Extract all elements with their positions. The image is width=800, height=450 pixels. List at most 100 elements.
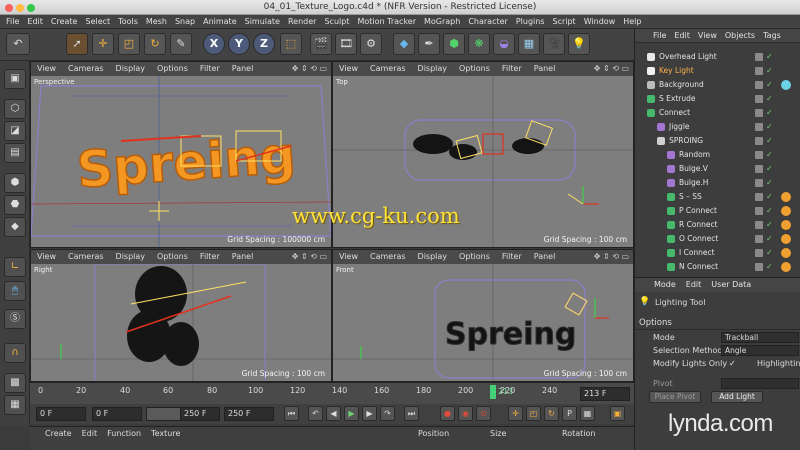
material-tag-icon[interactable]: [781, 80, 791, 90]
attr-menu-mode[interactable]: Mode: [649, 278, 681, 292]
key-rotation-button[interactable]: ↻: [544, 406, 559, 421]
workplane-icon[interactable]: ▤: [4, 143, 26, 163]
visibility-dots[interactable]: [755, 235, 763, 243]
vp-menu-display[interactable]: Display: [412, 62, 454, 76]
selection-method-dropdown[interactable]: Angle: [721, 345, 799, 356]
mat-menu-texture[interactable]: Texture: [146, 427, 185, 441]
visibility-dots[interactable]: [755, 81, 763, 89]
object-row[interactable]: Connect ✓: [635, 106, 800, 120]
menu-sculpt[interactable]: Sculpt: [320, 15, 353, 29]
obj-menu-tags[interactable]: Tags: [759, 29, 785, 43]
pivot-field[interactable]: [721, 378, 799, 389]
viewport-nav-icons[interactable]: ✥ ⇕ ⟲ ▭: [292, 252, 327, 261]
vp-menu-options[interactable]: Options: [453, 250, 496, 264]
menu-mesh[interactable]: Mesh: [142, 15, 171, 29]
enabled-check-icon[interactable]: ✓: [766, 64, 773, 78]
workplane-grid-icon[interactable]: ▩: [4, 373, 26, 393]
obj-menu-file[interactable]: File: [649, 29, 670, 43]
menu-render[interactable]: Render: [284, 15, 320, 29]
y-axis-button[interactable]: Y: [228, 33, 250, 55]
place-pivot-button[interactable]: Place Pivot: [649, 391, 701, 403]
menu-create[interactable]: Create: [47, 15, 82, 29]
record-button[interactable]: ●: [440, 406, 455, 421]
vp-menu-cameras[interactable]: Cameras: [62, 62, 110, 76]
viewport-nav-icons[interactable]: ✥ ⇕ ⟲ ▭: [292, 64, 327, 73]
z-axis-button[interactable]: Z: [253, 33, 275, 55]
enabled-check-icon[interactable]: ✓: [766, 204, 773, 218]
scale-icon[interactable]: ◰: [118, 33, 140, 55]
object-row[interactable]: Bulge.H ✓: [635, 176, 800, 190]
vp-menu-display[interactable]: Display: [110, 250, 152, 264]
recent-tool-icon[interactable]: ✎: [170, 33, 192, 55]
x-axis-button[interactable]: X: [203, 33, 225, 55]
snap-icon[interactable]: Ⓢ: [4, 309, 26, 329]
menu-snap[interactable]: Snap: [171, 15, 199, 29]
pen-spline-icon[interactable]: ✒: [418, 33, 440, 55]
enabled-check-icon[interactable]: ✓: [766, 78, 773, 92]
mat-menu-function[interactable]: Function: [102, 427, 146, 441]
floor-icon[interactable]: ▦: [518, 33, 540, 55]
end-field[interactable]: 250 F: [224, 407, 274, 421]
vp-menu-cameras[interactable]: Cameras: [364, 62, 412, 76]
object-row[interactable]: O Connect ✓: [635, 232, 800, 246]
menu-edit[interactable]: Edit: [23, 15, 47, 29]
enabled-check-icon[interactable]: ✓: [766, 92, 773, 106]
visibility-dots[interactable]: [755, 165, 763, 173]
object-row[interactable]: S Extrude ✓: [635, 92, 800, 106]
object-row[interactable]: I Connect ✓: [635, 246, 800, 260]
maximize-window-icon[interactable]: [27, 4, 35, 12]
vp-menu-view[interactable]: View: [31, 250, 62, 264]
enabled-check-icon[interactable]: ✓: [766, 162, 773, 176]
visibility-dots[interactable]: [755, 151, 763, 159]
playhead[interactable]: [490, 385, 496, 399]
key-parameter-button[interactable]: P: [562, 406, 577, 421]
object-row[interactable]: N Connect ✓: [635, 260, 800, 274]
camera-icon[interactable]: 🎥: [543, 33, 565, 55]
material-tag-icon[interactable]: [781, 206, 791, 216]
tweak-mode-icon[interactable]: 🖱: [4, 281, 26, 301]
range-end-field[interactable]: 250 F: [180, 407, 220, 421]
vp-menu-options[interactable]: Options: [151, 250, 194, 264]
axis-mode-icon[interactable]: ∟: [4, 257, 26, 277]
vp-menu-view[interactable]: View: [31, 62, 62, 76]
vp-menu-cameras[interactable]: Cameras: [62, 250, 110, 264]
object-row[interactable]: S – SS ✓: [635, 190, 800, 204]
visibility-dots[interactable]: [755, 137, 763, 145]
menu-motion-tracker[interactable]: Motion Tracker: [353, 15, 420, 29]
object-row[interactable]: SPROING ✓: [635, 134, 800, 148]
render-view-icon[interactable]: 🎬: [310, 33, 332, 55]
menu-help[interactable]: Help: [619, 15, 645, 29]
next-key-button[interactable]: ↷: [380, 406, 395, 421]
object-row[interactable]: P Connect ✓: [635, 204, 800, 218]
make-editable-icon[interactable]: ▣: [4, 69, 26, 89]
enabled-check-icon[interactable]: ✓: [766, 218, 773, 232]
vp-menu-filter[interactable]: Filter: [194, 62, 226, 76]
subdivision-icon[interactable]: ⬢: [443, 33, 465, 55]
menu-file[interactable]: File: [2, 15, 23, 29]
vp-menu-options[interactable]: Options: [453, 62, 496, 76]
material-tag-icon[interactable]: [781, 248, 791, 258]
enabled-check-icon[interactable]: ✓: [766, 134, 773, 148]
object-row[interactable]: Random ✓: [635, 148, 800, 162]
vp-menu-view[interactable]: View: [333, 250, 364, 264]
visibility-dots[interactable]: [755, 263, 763, 271]
enabled-check-icon[interactable]: ✓: [766, 120, 773, 134]
material-tag-icon[interactable]: [781, 262, 791, 272]
mat-menu-edit[interactable]: Edit: [77, 427, 103, 441]
menu-simulate[interactable]: Simulate: [241, 15, 284, 29]
enabled-check-icon[interactable]: ✓: [766, 106, 773, 120]
attr-menu-edit[interactable]: Edit: [681, 278, 707, 292]
visibility-dots[interactable]: [755, 179, 763, 187]
enabled-check-icon[interactable]: ✓: [766, 190, 773, 204]
object-row[interactable]: Jiggle ✓: [635, 120, 800, 134]
end-frame-field[interactable]: 213 F: [580, 387, 630, 401]
key-scale-button[interactable]: ◰: [526, 406, 541, 421]
menu-plugins[interactable]: Plugins: [512, 15, 549, 29]
points-mode-icon[interactable]: ⬢: [4, 173, 26, 193]
start-frame-field[interactable]: 0 F: [36, 407, 86, 421]
key-pla-button[interactable]: ▦: [580, 406, 595, 421]
add-light-button[interactable]: Add Light: [711, 391, 763, 403]
visibility-dots[interactable]: [755, 95, 763, 103]
mode-dropdown[interactable]: Trackball: [721, 332, 799, 343]
viewport-nav-icons[interactable]: ✥ ⇕ ⟲ ▭: [594, 252, 629, 261]
